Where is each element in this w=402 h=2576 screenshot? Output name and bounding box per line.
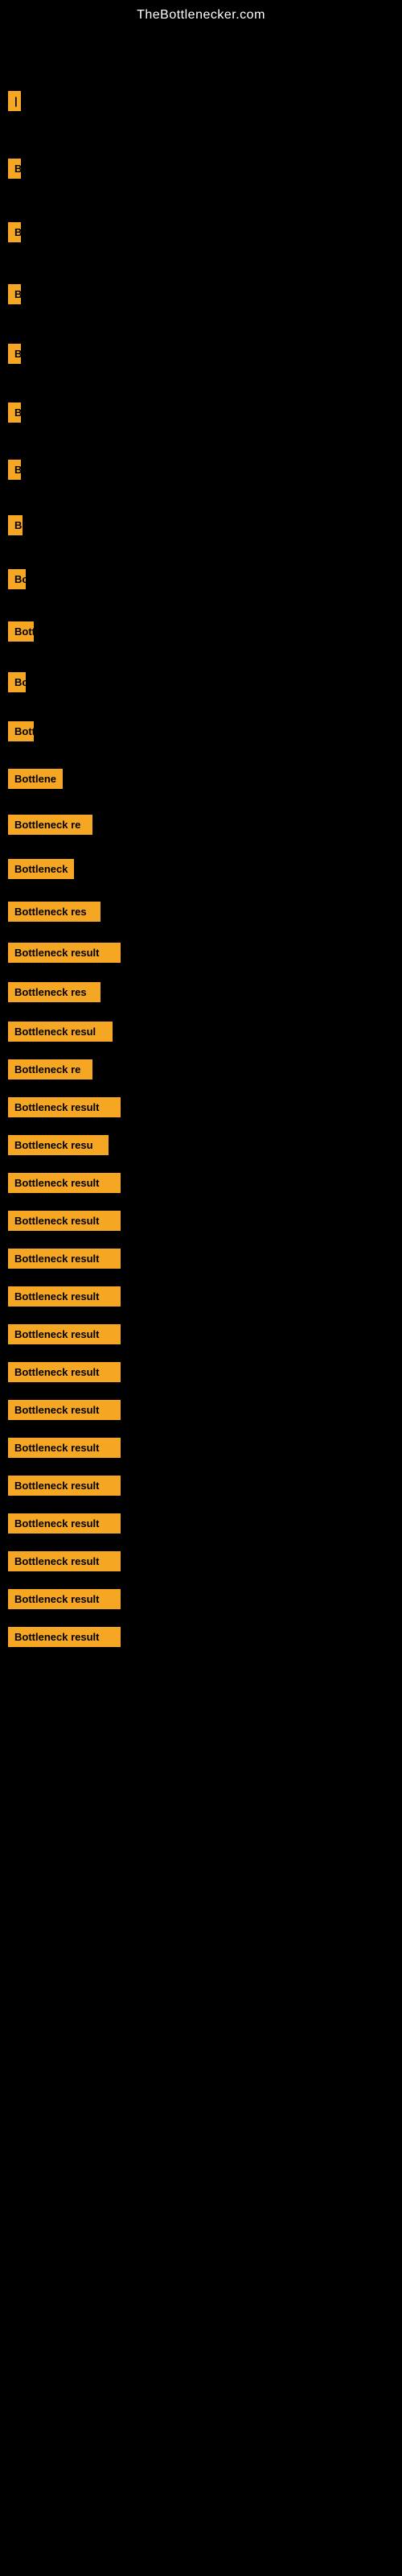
site-title: TheBottlenecker.com (0, 0, 402, 27)
bottleneck-result-label: Bottleneck result (8, 1627, 121, 1647)
list-item: B (8, 402, 394, 423)
bottleneck-result-label: Bottleneck res (8, 982, 100, 1002)
list-item: Bottleneck result (8, 1551, 394, 1571)
list-item: Bottleneck result (8, 1438, 394, 1458)
bottleneck-result-label: Bottleneck resul (8, 1022, 113, 1042)
bottleneck-result-label: Bottleneck result (8, 1400, 121, 1420)
bottleneck-result-label: Bottlene (8, 769, 63, 789)
bottleneck-result-label: B (8, 222, 21, 242)
bottleneck-result-label: | (8, 91, 21, 111)
list-item: Bottleneck result (8, 1211, 394, 1231)
bottleneck-result-label: Bottleneck resu (8, 1135, 109, 1155)
bottleneck-result-label: Bo (8, 569, 26, 589)
bottleneck-result-label: Bottleneck result (8, 1173, 121, 1193)
list-item: Bottleneck result (8, 1513, 394, 1534)
bottleneck-result-label: Bottleneck result (8, 1438, 121, 1458)
list-item: Bottleneck re (8, 1059, 394, 1080)
bottleneck-result-label: B (8, 402, 21, 423)
list-item: Bottleneck result (8, 1249, 394, 1269)
list-item: B (8, 159, 394, 179)
bottleneck-result-label: Bottleneck re (8, 815, 92, 835)
list-item: Bottleneck result (8, 1097, 394, 1117)
list-item: Bottleneck re (8, 815, 394, 835)
bottleneck-result-label: Bottleneck result (8, 1362, 121, 1382)
bottleneck-result-label: B (8, 460, 21, 480)
list-item: B (8, 515, 394, 535)
list-item: Bottleneck result (8, 1173, 394, 1193)
list-item: Bottleneck result (8, 1476, 394, 1496)
list-item: Bottleneck result (8, 1362, 394, 1382)
items-container: | B B B B B B B Bo Bott Bo Bott Bottlene Bottleneck r… (0, 27, 402, 1658)
bottleneck-result-label: Bott (8, 621, 34, 642)
bottleneck-result-label: Bottleneck result (8, 1097, 121, 1117)
bottleneck-result-label: Bottleneck result (8, 1551, 121, 1571)
bottleneck-result-label: B (8, 344, 21, 364)
bottleneck-result-label: Bottleneck result (8, 1589, 121, 1609)
list-item: Bottleneck (8, 859, 394, 879)
list-item: Bottleneck result (8, 1324, 394, 1344)
list-item: Bo (8, 569, 394, 589)
list-item: Bott (8, 621, 394, 642)
list-item: Bottleneck result (8, 943, 394, 963)
bottleneck-result-label: B (8, 159, 21, 179)
list-item: Bottleneck res (8, 982, 394, 1002)
list-item: Bottleneck res (8, 902, 394, 922)
bottleneck-result-label: Bottleneck (8, 859, 74, 879)
list-item: Bottlene (8, 769, 394, 789)
list-item: B (8, 222, 394, 242)
list-item: B (8, 344, 394, 364)
bottleneck-result-label: Bottleneck result (8, 1513, 121, 1534)
list-item: | (8, 91, 394, 111)
list-item: Bottleneck resu (8, 1135, 394, 1155)
bottleneck-result-label: Bottleneck result (8, 943, 121, 963)
list-item: B (8, 284, 394, 304)
bottleneck-result-label: Bottleneck re (8, 1059, 92, 1080)
bottleneck-result-label: Bottleneck result (8, 1286, 121, 1307)
list-item: B (8, 460, 394, 480)
bottleneck-result-label: Bottleneck res (8, 902, 100, 922)
bottleneck-result-label: Bottleneck result (8, 1324, 121, 1344)
list-item: Bottleneck resul (8, 1022, 394, 1042)
bottleneck-result-label: B (8, 515, 23, 535)
bottleneck-result-label: Bottleneck result (8, 1249, 121, 1269)
list-item: Bottleneck result (8, 1627, 394, 1647)
list-item: Bottleneck result (8, 1589, 394, 1609)
bottleneck-result-label: B (8, 284, 21, 304)
bottleneck-result-label: Bottleneck result (8, 1211, 121, 1231)
list-item: Bott (8, 721, 394, 741)
bottleneck-result-label: Bottleneck result (8, 1476, 121, 1496)
list-item: Bo (8, 672, 394, 692)
bottleneck-result-label: Bo (8, 672, 26, 692)
list-item: Bottleneck result (8, 1400, 394, 1420)
list-item: Bottleneck result (8, 1286, 394, 1307)
bottleneck-result-label: Bott (8, 721, 34, 741)
